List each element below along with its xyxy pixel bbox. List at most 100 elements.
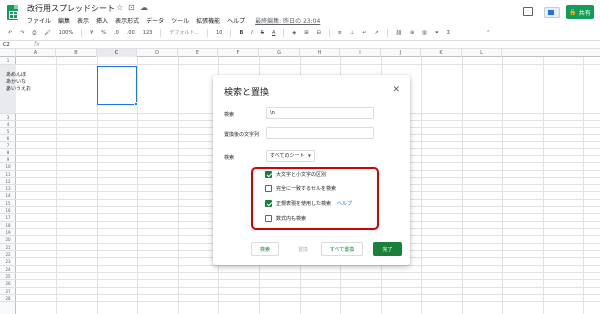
insert-link-icon[interactable]: ⛓ xyxy=(396,30,402,36)
column-header[interactable]: B xyxy=(56,49,97,57)
row-header[interactable]: 10 xyxy=(0,163,16,171)
font-size-select[interactable]: 10 xyxy=(216,30,222,36)
italic-button[interactable]: I xyxy=(251,30,252,36)
column-header[interactable]: D xyxy=(137,49,178,57)
undo-icon[interactable]: ↶ xyxy=(8,30,12,36)
vertical-align-icon[interactable]: ⊥ xyxy=(350,30,354,36)
replace-input[interactable] xyxy=(266,127,374,139)
text-color-button[interactable]: A xyxy=(272,30,275,36)
decrease-decimal-button[interactable]: .0 xyxy=(114,30,119,36)
option-regex[interactable]: 正規表現を使用した検索 ヘルプ xyxy=(265,200,352,207)
checkbox-checked[interactable] xyxy=(265,200,272,207)
menu-insert[interactable]: 挿入 xyxy=(96,16,108,25)
column-header[interactable]: K xyxy=(421,49,462,57)
row-header[interactable]: 26 xyxy=(0,280,16,288)
row-header[interactable]: 14 xyxy=(0,192,16,200)
functions-icon[interactable]: Σ xyxy=(447,30,450,36)
borders-icon[interactable]: ⊞ xyxy=(304,30,308,36)
close-icon[interactable]: ✕ xyxy=(392,85,400,95)
option-match-case[interactable]: 大文字と小文字の区別 xyxy=(265,171,326,178)
replace-all-button[interactable]: すべて置換 xyxy=(321,242,363,256)
strikethrough-button[interactable]: S xyxy=(261,30,264,36)
option-match-entire-cell[interactable]: 完全に一致するセルを検索 xyxy=(265,185,336,192)
row-header[interactable]: 8 xyxy=(0,149,16,156)
row-header[interactable]: 11 xyxy=(0,171,16,178)
row-header[interactable]: 12 xyxy=(0,178,16,185)
option-search-formulas[interactable]: 数式内も検索 xyxy=(265,215,306,222)
menu-file[interactable]: ファイル xyxy=(27,16,51,25)
column-header[interactable]: E xyxy=(178,49,218,57)
row-header[interactable]: 21 xyxy=(0,244,16,251)
text-rotation-icon[interactable]: ↗ xyxy=(374,30,378,36)
sheets-logo-icon[interactable] xyxy=(7,5,18,20)
checkbox-unchecked[interactable] xyxy=(265,215,272,222)
insert-comment-icon[interactable]: ⊕ xyxy=(410,30,414,36)
row-header[interactable]: 3 xyxy=(0,114,16,121)
row-header[interactable]: 23 xyxy=(0,258,16,266)
merge-cells-icon[interactable]: ⊟ xyxy=(316,30,320,36)
percent-format-button[interactable]: % xyxy=(101,30,106,36)
menu-data[interactable]: データ xyxy=(146,16,164,25)
insert-chart-icon[interactable]: ▥ xyxy=(422,30,427,36)
text-wrap-icon[interactable]: ↵ xyxy=(362,30,366,36)
cloud-status-icon[interactable]: ☁ xyxy=(140,3,148,12)
currency-format-button[interactable]: ¥ xyxy=(90,30,93,36)
row-header[interactable]: 22 xyxy=(0,251,16,258)
redo-icon[interactable]: ↷ xyxy=(20,30,24,36)
checkbox-unchecked[interactable] xyxy=(265,185,272,192)
row-header[interactable]: 15 xyxy=(0,200,16,207)
row-header[interactable]: 16 xyxy=(0,207,16,214)
done-button[interactable]: 完了 xyxy=(373,242,402,256)
font-family-select[interactable]: デフォルト... xyxy=(169,29,199,36)
column-header[interactable]: J xyxy=(381,49,421,57)
comment-history-icon[interactable] xyxy=(523,7,533,16)
row-header[interactable]: 19 xyxy=(0,229,16,236)
row-header[interactable]: 24 xyxy=(0,266,16,273)
name-box[interactable]: C2 xyxy=(3,42,10,48)
menu-view[interactable]: 表示 xyxy=(77,16,89,25)
column-header[interactable]: A xyxy=(16,49,56,57)
column-header[interactable]: I xyxy=(340,49,381,57)
increase-decimal-button[interactable]: .00 xyxy=(127,30,135,36)
row-header[interactable]: 1 xyxy=(0,57,16,65)
star-icon[interactable]: ☆ xyxy=(116,3,123,12)
filter-icon[interactable]: ⏷ xyxy=(435,30,439,36)
menu-format[interactable]: 表示形式 xyxy=(115,16,139,25)
row-header[interactable]: 7 xyxy=(0,142,16,149)
row-header[interactable]: 5 xyxy=(0,128,16,135)
bold-button[interactable]: B xyxy=(239,30,243,36)
find-input[interactable]: \n xyxy=(266,107,374,119)
row-header[interactable]: 20 xyxy=(0,236,16,244)
row-header[interactable]: 4 xyxy=(0,121,16,128)
select-all-corner[interactable] xyxy=(0,49,16,57)
column-header-selected[interactable]: C xyxy=(97,49,137,57)
zoom-select[interactable]: 100% xyxy=(59,30,73,36)
row-header[interactable]: 17 xyxy=(0,214,16,222)
search-scope-select[interactable]: すべてのシート ▼ xyxy=(266,150,315,162)
cell-a2-value[interactable]: あめんぼ あかいな あいうえお xyxy=(6,72,31,93)
row-header[interactable]: 13 xyxy=(0,185,16,192)
document-title[interactable]: 改行用スプレッドシート xyxy=(27,3,115,14)
checkbox-checked[interactable] xyxy=(265,171,272,178)
column-header[interactable]: L xyxy=(462,49,502,57)
fill-color-icon[interactable]: ◈ xyxy=(292,30,296,36)
menu-extensions[interactable]: 拡張機能 xyxy=(196,16,220,25)
fill-handle[interactable] xyxy=(134,102,138,106)
print-icon[interactable]: ⎙ xyxy=(32,30,36,36)
find-button[interactable]: 検索 xyxy=(251,242,279,256)
menu-tools[interactable]: ツール xyxy=(171,16,189,25)
column-header[interactable]: G xyxy=(259,49,300,57)
menu-edit[interactable]: 編集 xyxy=(58,16,70,25)
row-header[interactable]: 6 xyxy=(0,135,16,142)
active-cell-c2[interactable] xyxy=(97,66,137,105)
menu-help[interactable]: ヘルプ xyxy=(227,16,245,25)
horizontal-align-icon[interactable]: ≡ xyxy=(338,30,342,36)
paint-format-icon[interactable]: 🖌 xyxy=(44,30,50,36)
regex-help-link[interactable]: ヘルプ xyxy=(337,200,352,207)
row-header[interactable]: 28 xyxy=(0,295,16,302)
share-button[interactable]: 🔒 共有 xyxy=(566,5,594,19)
column-header[interactable]: H xyxy=(300,49,340,57)
row-header[interactable]: 27 xyxy=(0,288,16,295)
move-folder-icon[interactable]: ⊡ xyxy=(128,3,135,12)
column-header[interactable]: F xyxy=(218,49,259,57)
